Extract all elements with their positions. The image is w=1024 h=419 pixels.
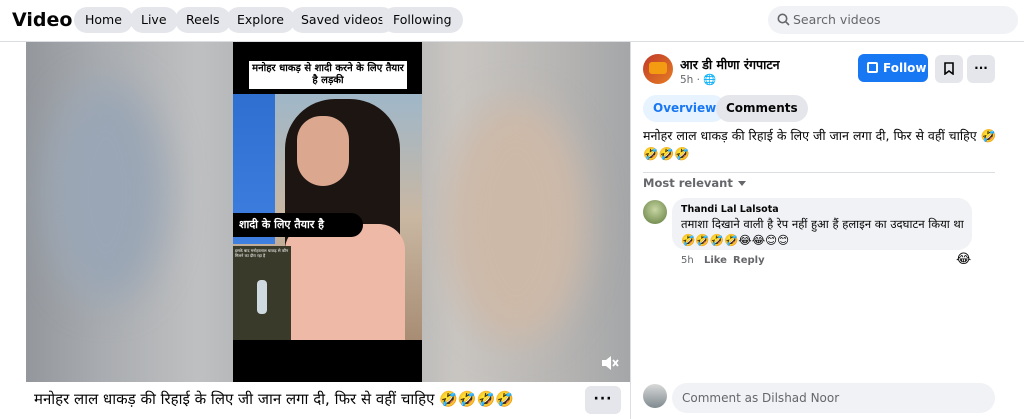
tab-overview[interactable]: Overview xyxy=(643,95,727,122)
search-input[interactable]: Search videos xyxy=(768,6,1018,34)
follow-button[interactable]: Follow xyxy=(858,54,928,82)
page-avatar[interactable] xyxy=(643,54,673,84)
sort-label: Most relevant xyxy=(643,176,733,190)
nav-live[interactable]: Live xyxy=(130,7,178,33)
comment-author[interactable]: Thandi Lal Lalsota xyxy=(681,204,779,215)
commenter-avatar[interactable] xyxy=(643,200,667,224)
video-frame: इसके बाद मनोहरलाल धाकड़ से कौन मिलने का … xyxy=(233,42,422,382)
comment-bubble: Thandi Lal Lalsota तमाशा दिखाने वाली है … xyxy=(672,198,972,250)
nav-following[interactable]: Following xyxy=(382,7,463,33)
video-caption-top: मनोहर धाकड़ से शादी करने के लिए तैयार है… xyxy=(249,61,407,89)
comment-sort-dropdown[interactable]: Most relevant xyxy=(643,176,746,190)
inset-caption: इसके बाद मनोहरलाल धाकड़ से कौन मिलने का … xyxy=(235,248,289,258)
page-name[interactable]: आर डी मीणा रंगपाटन xyxy=(680,56,780,73)
nav-reels[interactable]: Reels xyxy=(175,7,231,33)
video-player[interactable]: इसके बाद मनोहरलाल धाकड़ से कौन मिलने का … xyxy=(26,42,630,382)
post-title: मनोहर लाल धाकड़ की रिहाई के लिए जी जान ल… xyxy=(34,390,514,408)
divider xyxy=(643,172,995,173)
video-caption-middle: शादी के लिए तैयार है xyxy=(233,213,363,237)
nav-saved-videos[interactable]: Saved videos xyxy=(290,7,396,33)
avatar xyxy=(643,384,667,408)
panel-more-button[interactable]: ··· xyxy=(967,55,995,83)
comment-text: तमाशा दिखाने वाली है रेप नहीं हुआ हैं हल… xyxy=(681,217,964,247)
follow-icon xyxy=(867,62,878,73)
comment-reaction: 😂 xyxy=(956,252,972,267)
post-details-panel: आर डी मीणा रंगपाटन 5h · 🌐 Follow ··· Ove… xyxy=(630,42,1024,419)
post-timestamp: 5h · 🌐 xyxy=(680,74,717,86)
comment-like-button[interactable]: Like xyxy=(704,255,727,266)
search-icon xyxy=(777,13,790,26)
post-more-button[interactable]: ··· xyxy=(585,386,621,414)
nav-explore[interactable]: Explore xyxy=(226,7,295,33)
bookmark-icon xyxy=(944,62,954,76)
comment-reply-button[interactable]: Reply xyxy=(733,255,765,266)
nav-home[interactable]: Home xyxy=(74,7,133,33)
comment-input[interactable]: Comment as Dilshad Noor xyxy=(672,383,995,413)
speaker-muted-icon[interactable] xyxy=(600,354,620,372)
search-placeholder: Search videos xyxy=(793,12,881,27)
comment-time: 5h xyxy=(681,255,694,266)
post-text: मनोहर लाल धाकड़ की रिहाई के लिए जी जान ल… xyxy=(643,128,997,161)
top-bar: Video Home Live Reels Explore Saved vide… xyxy=(0,0,1024,42)
tab-comments[interactable]: Comments xyxy=(716,95,808,122)
inset-clip: इसके बाद मनोहरलाल धाकड़ से कौन मिलने का … xyxy=(233,246,291,340)
chevron-down-icon xyxy=(737,181,746,186)
page-title: Video xyxy=(12,9,73,31)
follow-label: Follow xyxy=(883,61,927,75)
save-button[interactable] xyxy=(935,55,963,83)
